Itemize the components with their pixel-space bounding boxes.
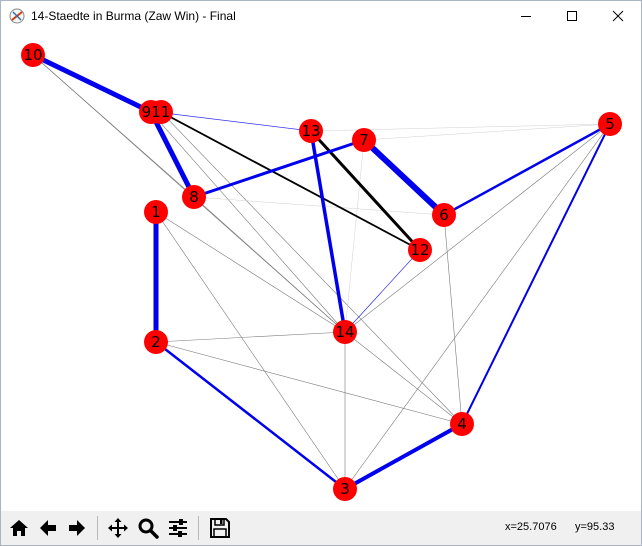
graph-edge bbox=[155, 211, 346, 490]
window-title: 14-Staedte in Burma (Zaw Win) - Final bbox=[31, 9, 236, 23]
graph-edge bbox=[160, 111, 421, 251]
tour-edge bbox=[343, 422, 464, 491]
close-icon bbox=[612, 10, 624, 22]
maximize-button[interactable] bbox=[549, 1, 595, 31]
graph-edge bbox=[32, 54, 195, 198]
graph-edge bbox=[443, 214, 463, 425]
graph-edge bbox=[310, 123, 611, 132]
back-button[interactable] bbox=[35, 515, 61, 541]
navigation-toolbar: x=25.7076 y=95.33 bbox=[1, 511, 641, 545]
minimize-icon bbox=[521, 16, 531, 17]
graph-edge bbox=[150, 111, 346, 333]
node-label: 5 bbox=[605, 115, 615, 133]
node-label: 911 bbox=[142, 103, 171, 121]
tour-edge bbox=[192, 138, 366, 199]
node-label: 7 bbox=[359, 131, 369, 149]
cursor-x-readout: x=25.7076 bbox=[505, 521, 557, 533]
app-icon bbox=[9, 8, 25, 24]
pan-icon bbox=[108, 518, 128, 538]
graph-edge bbox=[344, 123, 611, 333]
configure-subplots-button[interactable] bbox=[165, 515, 191, 541]
graph-edge bbox=[344, 123, 611, 490]
configure-subplots-icon bbox=[169, 519, 187, 537]
graph-edge bbox=[344, 249, 421, 333]
node-label: 6 bbox=[439, 206, 449, 224]
save-button[interactable] bbox=[207, 515, 233, 541]
forward-arrow-icon bbox=[69, 520, 85, 536]
tour-edge bbox=[30, 52, 154, 115]
graph-edge bbox=[155, 341, 463, 425]
title-bar: 14-Staedte in Burma (Zaw Win) - Final bbox=[1, 1, 641, 31]
graph-edge bbox=[363, 123, 611, 141]
tour-edge bbox=[154, 340, 347, 491]
node-label: 4 bbox=[457, 415, 467, 433]
minimize-button[interactable] bbox=[503, 1, 549, 31]
node-label: 12 bbox=[410, 241, 429, 259]
tour-edge bbox=[148, 109, 197, 200]
graph-plot: 10 911 13 7 5 8 6 1 12 14 2 4 3 bbox=[21, 43, 622, 501]
back-arrow-icon bbox=[40, 520, 56, 536]
node-label: 2 bbox=[151, 333, 161, 351]
window-controls bbox=[503, 1, 641, 31]
node-label: 1 bbox=[151, 203, 161, 221]
toolbar-separator bbox=[97, 516, 98, 540]
pan-button[interactable] bbox=[105, 515, 131, 541]
node-label: 10 bbox=[23, 46, 42, 64]
graph-edge bbox=[155, 331, 346, 343]
node-label: 8 bbox=[189, 188, 199, 206]
home-button[interactable] bbox=[6, 515, 32, 541]
toolbar-separator bbox=[198, 516, 199, 540]
graph-edge bbox=[193, 196, 445, 216]
graph-edge bbox=[344, 331, 463, 425]
maximize-icon bbox=[567, 11, 577, 21]
graph-edge bbox=[344, 139, 365, 333]
zoom-button[interactable] bbox=[135, 515, 161, 541]
graph-edge bbox=[193, 196, 346, 333]
save-icon bbox=[210, 518, 230, 538]
tour-edge bbox=[442, 122, 612, 217]
node-label: 13 bbox=[301, 122, 320, 140]
cursor-y-readout: y=95.33 bbox=[575, 521, 615, 533]
home-icon bbox=[10, 520, 28, 536]
forward-button[interactable] bbox=[64, 515, 90, 541]
node-label: 3 bbox=[340, 480, 350, 498]
zoom-icon bbox=[138, 518, 159, 539]
app-window: 14-Staedte in Burma (Zaw Win) - Final 10… bbox=[0, 0, 642, 546]
plot-canvas[interactable]: 10 911 13 7 5 8 6 1 12 14 2 4 3 bbox=[1, 31, 641, 511]
node-label: 14 bbox=[335, 323, 354, 341]
graph-edge bbox=[155, 211, 346, 333]
close-button[interactable] bbox=[595, 1, 641, 31]
tour-edge bbox=[461, 123, 611, 425]
